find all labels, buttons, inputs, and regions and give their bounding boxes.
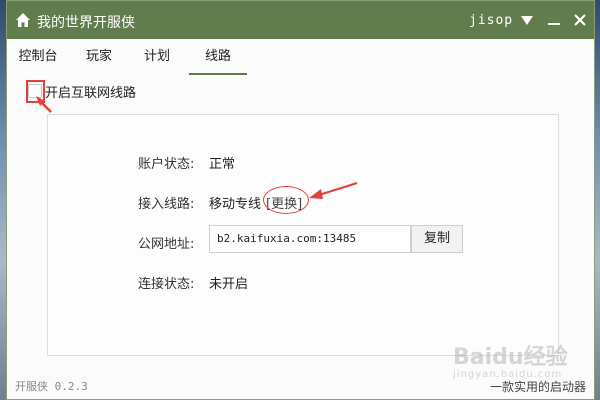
- dropdown-icon[interactable]: [519, 12, 535, 28]
- watermark: Baidu经验 jingyan.baidu.com: [453, 345, 568, 380]
- tab-bar: 控制台 玩家 计划 线路: [7, 45, 594, 75]
- route-panel: 账户状态: 正常 接入线路: 移动专线 [更换] 公网地址: b2.kaifux…: [47, 114, 559, 356]
- connection-status-label: 连接状态:: [138, 277, 195, 292]
- public-address-label: 公网地址:: [138, 237, 195, 252]
- annotation-box: [26, 80, 45, 103]
- annotation-ellipse: [263, 186, 309, 214]
- version-label: 开服侠 0.2.3: [15, 380, 88, 393]
- title-bar[interactable]: 我的世界开服侠 jisop: [7, 1, 594, 39]
- tab-players[interactable]: 玩家: [79, 45, 119, 73]
- copy-button[interactable]: 复制: [411, 225, 463, 253]
- close-icon[interactable]: [572, 12, 588, 28]
- home-icon: [16, 13, 30, 27]
- window-title: 我的世界开服侠: [37, 15, 135, 31]
- connection-status-value: 未开启: [209, 277, 249, 292]
- public-address-field[interactable]: b2.kaifuxia.com:13485: [209, 225, 411, 253]
- tab-routes[interactable]: 线路: [189, 45, 247, 75]
- internet-line-label: 开启互联网线路: [45, 86, 137, 101]
- account-status-label: 账户状态:: [138, 157, 195, 172]
- access-line-label: 接入线路:: [138, 197, 195, 212]
- access-line-value: 移动专线: [209, 197, 262, 212]
- minimize-icon[interactable]: [546, 12, 562, 28]
- app-window: 我的世界开服侠 jisop 控制台 玩家 计划 线路 开启互联网线路 账户状态:…: [6, 0, 595, 400]
- tab-schedule[interactable]: 计划: [137, 45, 177, 73]
- tab-console[interactable]: 控制台: [15, 45, 61, 73]
- slogan-label: 一款实用的启动器: [489, 380, 586, 394]
- user-name[interactable]: jisop: [469, 13, 513, 28]
- account-status-value: 正常: [209, 157, 236, 172]
